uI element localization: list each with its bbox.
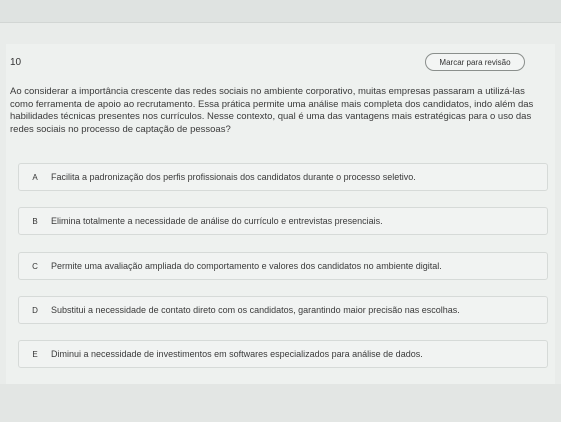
option-letter: A	[32, 172, 38, 182]
option-c[interactable]: C Permite uma avaliação ampliada do comp…	[18, 252, 548, 280]
option-text: Diminui a necessidade de investimentos e…	[51, 349, 423, 359]
bottom-band	[0, 384, 561, 422]
mark-for-review-button[interactable]: Marcar para revisão	[425, 53, 525, 71]
top-band	[0, 0, 561, 23]
option-letter: D	[32, 305, 38, 315]
option-d[interactable]: D Substitui a necessidade de contato dir…	[18, 296, 548, 324]
option-text: Permite uma avaliação ampliada do compor…	[51, 261, 442, 271]
question-text: Ao considerar a importância crescente da…	[10, 86, 534, 135]
option-text: Elimina totalmente a necessidade de anál…	[51, 216, 383, 226]
option-e[interactable]: E Diminui a necessidade de investimentos…	[18, 340, 548, 368]
option-letter: B	[32, 216, 38, 226]
option-text: Substitui a necessidade de contato diret…	[51, 305, 460, 315]
question-number: 10	[10, 57, 22, 68]
option-text: Facilita a padronização dos perfis profi…	[51, 172, 416, 182]
option-letter: C	[32, 261, 38, 271]
option-b[interactable]: B Elimina totalmente a necessidade de an…	[18, 207, 548, 235]
option-letter: E	[32, 349, 38, 359]
option-a[interactable]: A Facilita a padronização dos perfis pro…	[18, 163, 548, 191]
